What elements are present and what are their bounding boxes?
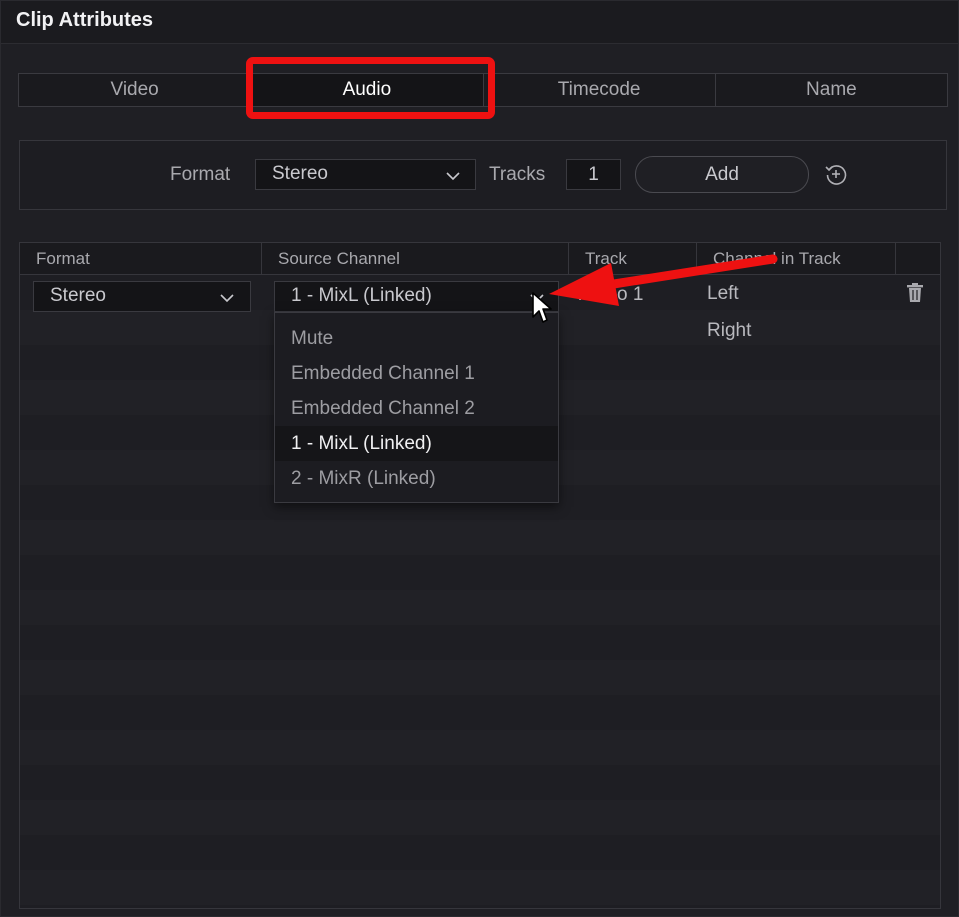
tracks-input[interactable]: 1 bbox=[566, 159, 621, 190]
tab-bar: Video Audio Timecode Name bbox=[18, 73, 948, 107]
chevron-down-icon bbox=[446, 172, 460, 181]
tracks-label: Tracks bbox=[489, 164, 546, 185]
tab-name[interactable]: Name bbox=[716, 74, 947, 106]
menu-item-mixl-linked[interactable]: 1 - MixL (Linked) bbox=[275, 426, 558, 461]
format-label: Format bbox=[170, 164, 231, 185]
format-dropdown-value: Stereo bbox=[272, 163, 328, 184]
column-header-channel-in-track: Channel in Track bbox=[697, 243, 896, 274]
chevron-down-icon bbox=[530, 294, 544, 303]
source-channel-value: 1 - MixL (Linked) bbox=[291, 285, 432, 306]
tab-video[interactable]: Video bbox=[19, 74, 252, 106]
column-header-format: Format bbox=[20, 243, 262, 274]
reset-add-icon[interactable] bbox=[824, 162, 848, 186]
tab-audio[interactable]: Audio bbox=[251, 74, 484, 106]
add-button[interactable]: Add bbox=[635, 156, 809, 193]
menu-item-embedded-channel-2[interactable]: Embedded Channel 2 bbox=[275, 391, 558, 426]
menu-item-mixr-linked[interactable]: 2 - MixR (Linked) bbox=[275, 461, 558, 496]
tab-timecode[interactable]: Timecode bbox=[484, 74, 716, 106]
window-title: Clip Attributes bbox=[16, 9, 154, 31]
row-format-value: Stereo bbox=[50, 285, 106, 306]
channel-left: Left bbox=[707, 283, 739, 304]
trash-icon[interactable] bbox=[906, 283, 924, 303]
format-dropdown[interactable]: Stereo bbox=[255, 159, 476, 190]
row-format-dropdown[interactable]: Stereo bbox=[33, 281, 251, 312]
source-channel-dropdown[interactable]: 1 - MixL (Linked) bbox=[274, 281, 559, 312]
menu-item-mute[interactable]: Mute bbox=[275, 321, 558, 356]
menu-item-embedded-channel-1[interactable]: Embedded Channel 1 bbox=[275, 356, 558, 391]
source-channel-menu: Mute Embedded Channel 1 Embedded Channel… bbox=[274, 312, 559, 503]
channel-right: Right bbox=[707, 320, 752, 341]
chevron-down-icon bbox=[220, 294, 234, 303]
column-header-track: Track bbox=[569, 243, 697, 274]
title-bar: Clip Attributes bbox=[1, 1, 958, 44]
table-header: Format Source Channel Track Channel in T… bbox=[20, 243, 940, 275]
column-header-source-channel: Source Channel bbox=[262, 243, 569, 274]
clip-attributes-window: Clip Attributes Video Audio Timecode Nam… bbox=[0, 0, 959, 917]
track-cell: Audio 1 bbox=[579, 284, 644, 305]
